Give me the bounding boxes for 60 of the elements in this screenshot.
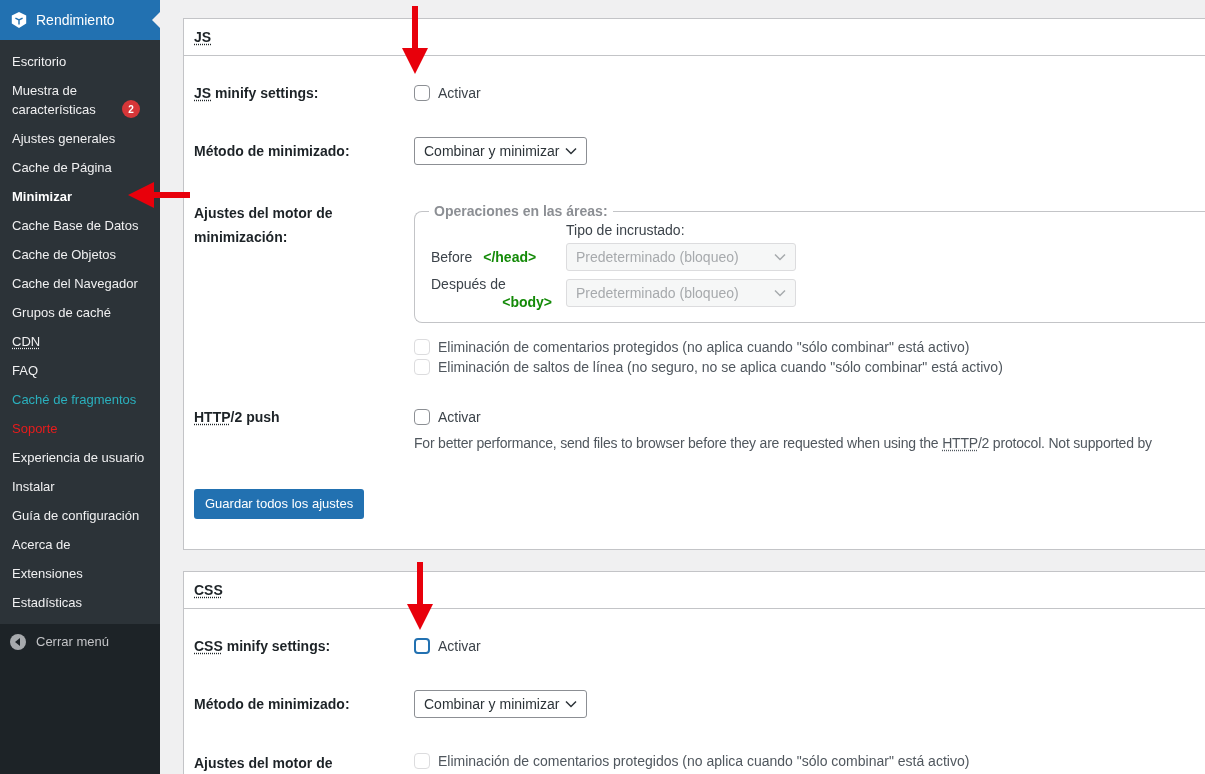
save-button[interactable]: Guardar todos los ajustes (194, 489, 365, 519)
setting-label: Ajustes del motor de minimización: (194, 205, 333, 245)
submenu-item[interactable]: Cache de Página (12, 158, 112, 177)
checkbox[interactable] (414, 409, 430, 425)
menu-pointer (152, 12, 160, 28)
column-heading: Tipo de incrustado: (566, 222, 685, 238)
html-tag: </head> (483, 248, 537, 266)
count-badge: 2 (122, 100, 140, 118)
checkbox-label: Activar (438, 637, 481, 656)
fieldset-legend: Operaciones en las áreas: (429, 202, 613, 220)
submenu-item[interactable]: Minimizar (12, 187, 72, 206)
annotation-arrow (401, 6, 429, 74)
submenu-item[interactable]: CDN (12, 332, 41, 351)
checkbox[interactable] (414, 638, 430, 654)
checkbox[interactable] (414, 85, 430, 101)
menu-header-label: Rendimiento (36, 10, 115, 30)
setting-label: Ajustes del motor de (194, 755, 333, 771)
collapse-menu[interactable]: Cerrar menú (0, 625, 160, 659)
submenu-item[interactable]: Caché de fragmentos (12, 390, 137, 409)
panel-title: JS (194, 27, 212, 47)
submenu-item[interactable]: Cache de Objetos (12, 245, 117, 264)
option-label: Eliminación de comentarios protegidos (no aplica cuando "sólo combinar" está activo) (438, 751, 970, 771)
submenu-item[interactable]: Muestra de características (12, 81, 117, 119)
area-label: Después de (431, 275, 507, 293)
submenu-item[interactable]: Escritorio (12, 52, 67, 71)
method-select[interactable]: Combinar y minimizar (414, 137, 588, 165)
submenu-item[interactable]: Ajustes generales (12, 129, 116, 148)
submenu-item[interactable]: Cache Base de Datos (12, 216, 139, 235)
submenu-item[interactable]: Experiencia de usuario (12, 448, 145, 467)
submenu-item[interactable]: FAQ (12, 361, 38, 380)
setting-label: CSS minify settings: (194, 638, 331, 654)
submenu-item[interactable]: Estadísticas (12, 593, 83, 612)
submenu-item[interactable]: Grupos de caché (12, 303, 111, 322)
checkbox-label: Activar (438, 408, 481, 427)
method-select[interactable]: Combinar y minimizar (414, 690, 588, 718)
setting-label: Método de minimizado: (194, 696, 350, 712)
submenu-item[interactable]: Instalar (12, 477, 55, 496)
submenu-item[interactable]: Cache del Navegador (12, 274, 138, 293)
option-label: Eliminación de comentarios protegidos (no aplica cuando "sólo combinar" está activo) (438, 337, 970, 357)
setting-label: HTTP/2 push (194, 409, 280, 425)
collapse-icon (10, 634, 26, 650)
setting-label: Método de minimizado: (194, 143, 350, 159)
chevron-down-icon (565, 700, 578, 708)
area-label: Before (431, 248, 473, 266)
menu-header[interactable]: Rendimiento (0, 0, 160, 40)
setting-description: For better performance, send files to browser before they are requested when using the HTTP/2 protocol. Not supported by (414, 434, 1152, 453)
cube-icon (10, 11, 28, 29)
setting-label: JS minify settings: (194, 85, 319, 101)
annotation-arrow (406, 562, 434, 630)
chevron-down-icon (774, 289, 786, 297)
annotation-arrow (128, 181, 190, 209)
chevron-down-icon (774, 253, 786, 261)
checkbox-label: Activar (438, 84, 481, 103)
submenu-item[interactable]: Acerca de (12, 535, 71, 554)
html-tag: <body> (502, 293, 552, 311)
panel-title: CSS (194, 580, 223, 600)
submenu-item[interactable]: Extensiones (12, 564, 83, 583)
chevron-down-icon (565, 147, 578, 155)
option-label: Eliminación de saltos de línea (no seguro, no se aplica cuando "sólo combinar" está activo) (438, 357, 1003, 377)
submenu-item[interactable]: Guía de configuración (12, 506, 140, 525)
